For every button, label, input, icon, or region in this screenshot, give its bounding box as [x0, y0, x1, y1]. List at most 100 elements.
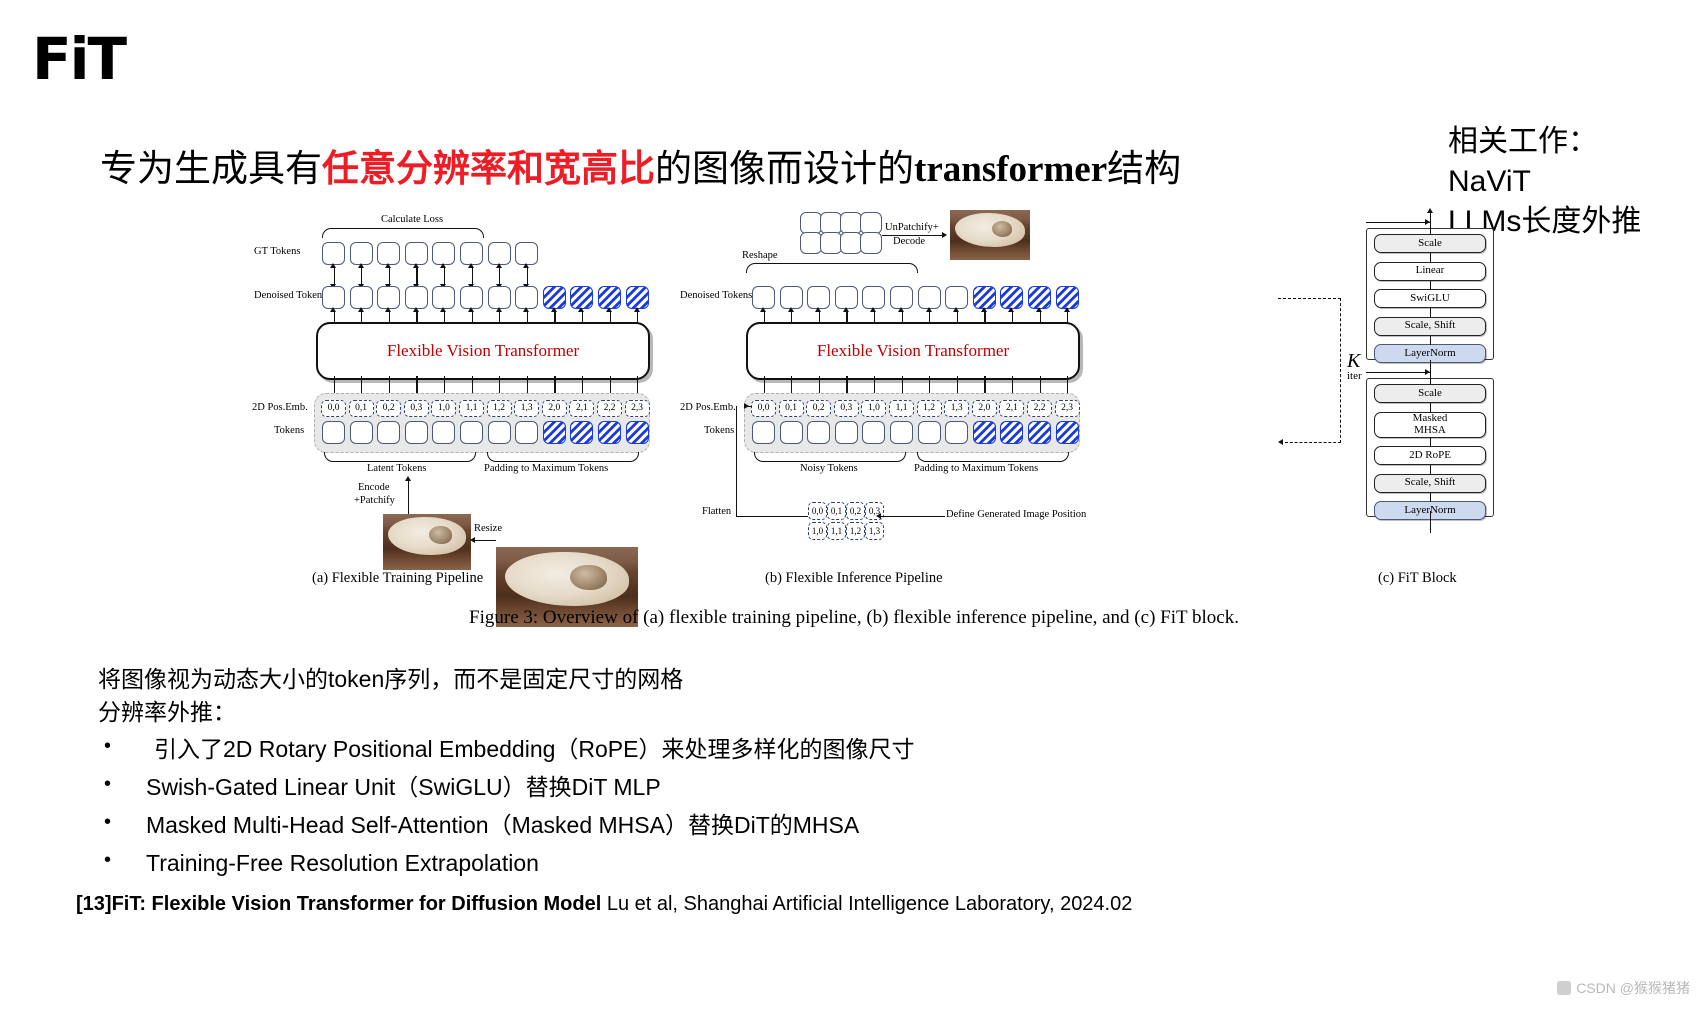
watermark-text: CSDN @猴猴猪猪 — [1576, 980, 1690, 996]
fit-block-row-label: SwiGLU — [1410, 291, 1450, 304]
padding-token — [1028, 286, 1051, 309]
connector-arrow — [550, 307, 557, 312]
reshape-grid-cell — [840, 232, 862, 254]
calculate-loss-label: Calculate Loss — [381, 214, 444, 225]
token-box — [807, 421, 831, 444]
body-line-1: 将图像视为动态大小的token序列，而不是固定尺寸的网格 — [98, 666, 684, 692]
token-box — [752, 286, 775, 309]
padding-token — [1000, 286, 1024, 309]
flexible-vision-transformer-box-a: Flexible Vision Transformer — [316, 322, 650, 380]
connector-line — [526, 376, 529, 393]
connector-arrow — [787, 307, 794, 312]
reshape-grid-cell — [860, 232, 882, 254]
padding-token — [1000, 421, 1024, 444]
pos-emb-cell: 2,3 — [1054, 400, 1080, 417]
connector-line — [929, 376, 931, 393]
tokens-label-b: Tokens — [704, 425, 735, 436]
reshape-grid-cell — [840, 212, 862, 234]
photo-generated-dog — [950, 210, 1030, 260]
token-box — [349, 421, 373, 444]
token-box — [404, 242, 428, 265]
padding-token — [598, 421, 621, 444]
connector-arrow — [898, 307, 904, 312]
pos-emb-label-a: 2D Pos.Emb. — [252, 402, 308, 413]
fit-block-row-scale-shift: Scale, Shift — [1374, 316, 1486, 336]
encode-arrow-head — [404, 476, 411, 481]
padding-token — [625, 421, 649, 444]
connector-line — [471, 376, 473, 393]
flatten-grid-cell: 1,3 — [865, 522, 884, 540]
watermark-badge-icon — [1557, 981, 1572, 995]
footer-title: [13]FiT: Flexible Vision Transformer for… — [76, 893, 602, 915]
connector-arrow — [412, 307, 419, 312]
connector-line — [1067, 376, 1069, 393]
fit-block-row-scale: Scale — [1374, 384, 1486, 403]
token-box — [807, 286, 831, 309]
bullet-item-3: Masked Multi-Head Self-Attention（Masked … — [98, 809, 1398, 841]
pos-emb-cell: 1,0 — [431, 400, 457, 417]
connector-arrow — [760, 307, 766, 312]
pos-emb-cell: 1,0 — [861, 400, 887, 417]
padding-token — [542, 421, 566, 444]
reshape-brace — [746, 263, 918, 273]
padding-token — [570, 421, 594, 444]
headline-prefix: 专为生成具有 — [100, 149, 322, 190]
padding-token — [1055, 286, 1079, 309]
padding-token — [625, 286, 649, 309]
connector-line — [416, 376, 418, 393]
resize-arrow-line — [474, 540, 496, 542]
connector-line — [361, 267, 363, 285]
token-box — [945, 421, 969, 444]
reshape-grid-cell — [800, 212, 822, 234]
calculate-loss-brace — [322, 228, 484, 238]
denoised-tokens-label-b: Denoised Tokens — [680, 290, 753, 301]
connector-line — [333, 267, 335, 285]
token-box — [779, 286, 803, 309]
connector-line — [901, 376, 903, 393]
noisy-tokens-brace — [754, 452, 906, 462]
pos-emb-cell: 0,0 — [751, 400, 776, 417]
connector-arrow — [870, 307, 877, 312]
fit-wire-between — [1430, 360, 1432, 384]
token-box — [322, 242, 345, 265]
token-box — [917, 421, 941, 444]
padding-token — [972, 286, 996, 309]
padding-label-b: Padding to Maximum Tokens — [914, 463, 1039, 474]
connector-arrow — [330, 307, 336, 312]
connector-line — [791, 376, 793, 393]
flexible-vision-transformer-box-b: Flexible Vision Transformer — [746, 322, 1080, 380]
connector-line — [526, 267, 529, 285]
unpatchify-arrow-head — [942, 231, 947, 238]
token-box — [890, 421, 913, 444]
unpatchify-label-line2: Decode — [893, 236, 926, 247]
connector-arrow — [578, 307, 585, 312]
fvt-label-a: Flexible Vision Transformer — [386, 341, 580, 360]
headline-latin: transformer — [914, 149, 1108, 190]
unpatchify-label-line1: UnPatchify+ — [885, 222, 939, 233]
token-box — [349, 242, 373, 265]
token-box — [862, 286, 886, 309]
token-box — [487, 242, 511, 265]
connector-line — [609, 376, 611, 393]
connector-arrow — [1008, 307, 1015, 312]
flatten-grid-cell: 0,0 — [808, 502, 827, 520]
connector-line — [554, 376, 556, 393]
token-box — [460, 286, 483, 309]
token-box — [377, 421, 401, 444]
pos-emb-cell: 2,0 — [971, 400, 997, 417]
token-box — [349, 286, 373, 309]
connector-line — [637, 376, 639, 393]
define-position-arrow-head — [876, 512, 881, 519]
token-box — [834, 421, 858, 444]
connector-arrow — [1036, 307, 1042, 312]
fit-wire-lower-0 — [1430, 403, 1432, 412]
connector-arrow — [385, 307, 392, 312]
connector-arrow — [980, 307, 987, 312]
connector-arrow — [953, 307, 960, 312]
connector-line — [956, 376, 959, 393]
pos-emb-cell: 0,0 — [321, 400, 346, 417]
token-box — [752, 421, 775, 444]
pos-emb-cell: 2,3 — [624, 400, 650, 417]
footer-meta: Lu et al, Shanghai Artificial Intelligen… — [601, 893, 1133, 915]
tokens-label-a: Tokens — [274, 425, 305, 436]
